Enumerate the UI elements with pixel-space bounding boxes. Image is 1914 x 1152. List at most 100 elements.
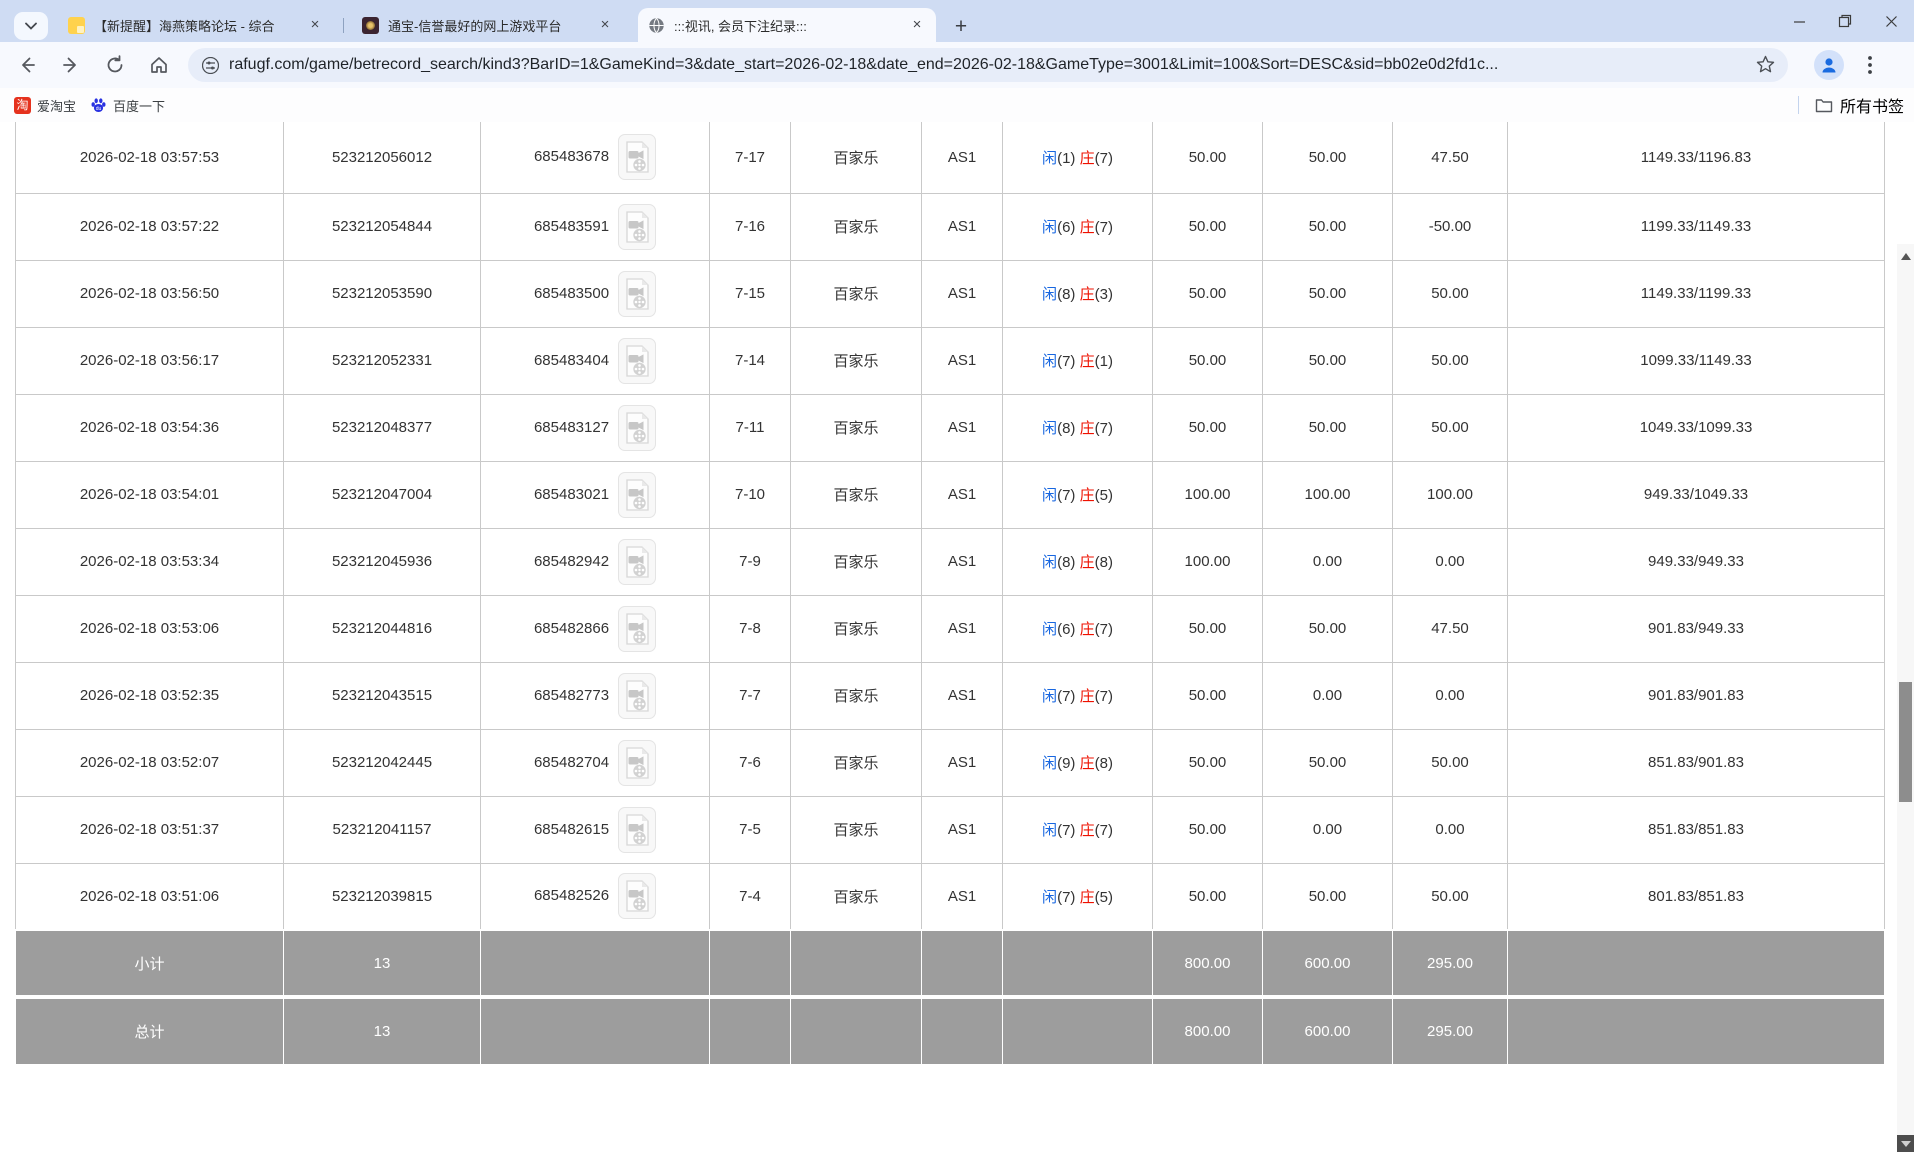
- video-replay-button[interactable]: [618, 873, 656, 919]
- player-label: 闲: [1042, 150, 1057, 167]
- cell-game-type: 百家乐: [791, 327, 922, 394]
- video-replay-button[interactable]: [618, 606, 656, 652]
- cell-valid-amount: 50.00: [1263, 327, 1393, 394]
- url-text[interactable]: rafugf.com/game/betrecord_search/kind3?B…: [229, 56, 1498, 74]
- summary-bet: 800.00: [1153, 930, 1263, 997]
- banker-points: (8): [1095, 554, 1113, 571]
- cell-account: AS1: [922, 528, 1003, 595]
- forward-button[interactable]: [54, 48, 88, 82]
- summary-empty-cell: [1508, 997, 1885, 1064]
- video-replay-button[interactable]: [618, 740, 656, 786]
- bookmarks-divider: [1798, 96, 1799, 114]
- video-replay-button[interactable]: [618, 405, 656, 451]
- bookmark-star-icon[interactable]: [1755, 54, 1776, 80]
- summary-label: 总计: [16, 997, 284, 1064]
- cell-win-loss: 50.00: [1393, 863, 1508, 930]
- cell-game-no: 685483678: [481, 122, 710, 193]
- minimize-button[interactable]: [1776, 0, 1822, 42]
- player-label: 闲: [1042, 822, 1057, 839]
- cell-win-loss: 50.00: [1393, 394, 1508, 461]
- cell-game-no: 685482866: [481, 595, 710, 662]
- tab-close-icon[interactable]: ×: [908, 16, 926, 34]
- new-tab-button[interactable]: +: [947, 13, 975, 41]
- player-label: 闲: [1042, 420, 1057, 437]
- cell-account: AS1: [922, 662, 1003, 729]
- tab-tongbao[interactable]: 通宝-信誉最好的网上游戏平台 ×: [352, 8, 624, 42]
- baidu-paw-icon: du: [90, 97, 107, 114]
- video-record-icon: [624, 345, 650, 377]
- tab-close-icon[interactable]: ×: [306, 16, 324, 34]
- forward-icon: [61, 55, 81, 75]
- cell-balance: 851.83/901.83: [1508, 729, 1885, 796]
- back-button[interactable]: [10, 48, 44, 82]
- restore-button[interactable]: [1822, 0, 1868, 42]
- video-replay-button[interactable]: [618, 472, 656, 518]
- cell-game-no: 685482773: [481, 662, 710, 729]
- cell-balance: 949.33/1049.33: [1508, 461, 1885, 528]
- cell-balance: 1049.33/1099.33: [1508, 394, 1885, 461]
- player-points: (7): [1057, 822, 1080, 839]
- banker-label: 庄: [1080, 755, 1095, 772]
- reload-button[interactable]: [98, 48, 132, 82]
- cell-bet-content: 闲(8) 庄(7): [1003, 394, 1153, 461]
- tab-separator: [343, 18, 344, 33]
- profile-avatar[interactable]: [1814, 50, 1844, 80]
- cell-game-no: 685483591: [481, 193, 710, 260]
- video-replay-button[interactable]: [618, 338, 656, 384]
- reload-icon: [105, 55, 125, 75]
- site-info-icon[interactable]: [202, 57, 219, 74]
- game-no-text: 685482615: [534, 820, 609, 837]
- cell-round: 7-5: [710, 796, 791, 863]
- video-replay-button[interactable]: [618, 807, 656, 853]
- cell-bet-amount: 100.00: [1153, 461, 1263, 528]
- close-window-button[interactable]: [1868, 0, 1914, 42]
- tab-search-button[interactable]: [14, 12, 48, 40]
- scrollbar-thumb[interactable]: [1899, 682, 1912, 802]
- browser-menu-button[interactable]: [1858, 53, 1882, 77]
- scrollbar[interactable]: [1897, 244, 1914, 1152]
- summary-empty-cell: [1508, 930, 1885, 997]
- player-label: 闲: [1042, 688, 1057, 705]
- cell-win-loss: 50.00: [1393, 260, 1508, 327]
- cell-game-type: 百家乐: [791, 729, 922, 796]
- table-row: 2026-02-18 03:53:06523212044816685482866…: [16, 595, 1885, 662]
- cell-game-no: 685483500: [481, 260, 710, 327]
- video-record-icon: [624, 880, 650, 912]
- back-icon: [17, 55, 37, 75]
- bookmark-baidu[interactable]: du 百度一下: [90, 96, 165, 115]
- player-points: (8): [1057, 286, 1080, 303]
- url-bar[interactable]: rafugf.com/game/betrecord_search/kind3?B…: [188, 48, 1788, 82]
- tab-close-icon[interactable]: ×: [596, 16, 614, 34]
- cell-bet-id: 523212042445: [284, 729, 481, 796]
- summary-count: 13: [284, 930, 481, 997]
- cell-account: AS1: [922, 260, 1003, 327]
- home-button[interactable]: [142, 48, 176, 82]
- video-replay-button[interactable]: [618, 673, 656, 719]
- video-replay-button[interactable]: [618, 539, 656, 585]
- game-no-text: 685482866: [534, 619, 609, 636]
- scrollbar-up-arrow[interactable]: [1897, 248, 1914, 264]
- cell-bet-content: 闲(6) 庄(7): [1003, 193, 1153, 260]
- banker-label: 庄: [1080, 554, 1095, 571]
- summary-label: 小计: [16, 930, 284, 997]
- globe-favicon-icon: [648, 17, 665, 34]
- cell-bet-time: 2026-02-18 03:52:07: [16, 729, 284, 796]
- player-points: (6): [1057, 621, 1080, 638]
- banker-label: 庄: [1080, 286, 1095, 303]
- video-replay-button[interactable]: [618, 271, 656, 317]
- table-row: 2026-02-18 03:51:06523212039815685482526…: [16, 863, 1885, 930]
- scrollbar-down-arrow[interactable]: [1897, 1135, 1914, 1152]
- game-no-text: 685483591: [534, 217, 609, 234]
- cell-balance: 1149.33/1196.83: [1508, 122, 1885, 193]
- cell-round: 7-6: [710, 729, 791, 796]
- cell-win-loss: 100.00: [1393, 461, 1508, 528]
- video-replay-button[interactable]: [618, 134, 656, 180]
- all-bookmarks[interactable]: 所有书签: [1798, 88, 1904, 122]
- tab-bet-record-active[interactable]: :::视讯, 会员下注纪录::: ×: [638, 8, 936, 42]
- tab-forum[interactable]: 【新提醒】海燕策略论坛 - 综合 ×: [58, 8, 334, 42]
- bookmark-aitaobao[interactable]: 淘 爱淘宝: [14, 96, 76, 115]
- video-replay-button[interactable]: [618, 204, 656, 250]
- banker-points: (8): [1095, 755, 1113, 772]
- cell-bet-id: 523212044816: [284, 595, 481, 662]
- cell-account: AS1: [922, 863, 1003, 930]
